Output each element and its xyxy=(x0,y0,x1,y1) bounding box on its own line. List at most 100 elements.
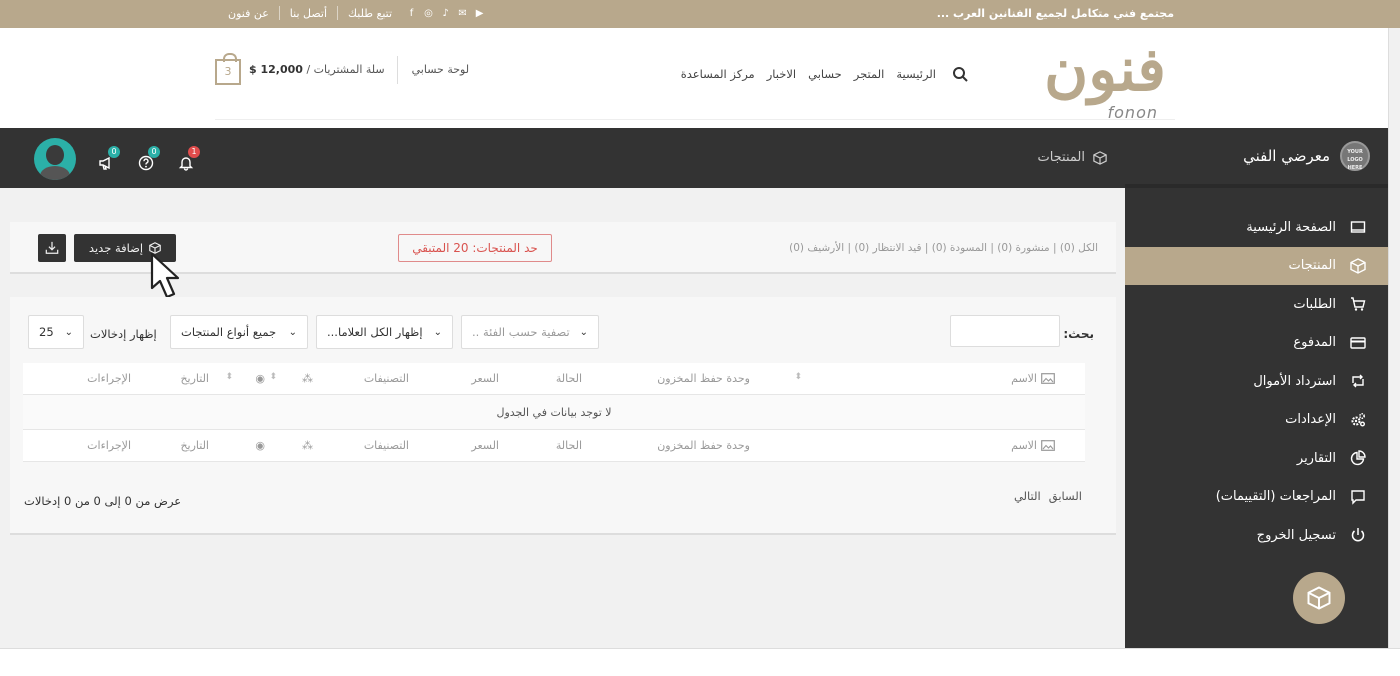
divider xyxy=(396,55,398,84)
table-empty-row: لا توجد بيانات في الجدول xyxy=(23,395,1085,430)
col-price[interactable]: السعر xyxy=(471,372,499,385)
dashboard-link[interactable]: لوحة حسابي xyxy=(412,63,469,76)
box-icon xyxy=(1093,150,1107,165)
col-categories[interactable]: التصنيفات xyxy=(364,372,409,385)
about-link[interactable]: عن فنون xyxy=(218,7,279,20)
site-logo[interactable]: فنون fonon xyxy=(1044,30,1166,122)
email-icon[interactable]: ✉ xyxy=(457,8,468,19)
chevron-down-icon: ⌄ xyxy=(433,326,442,338)
sort-icon[interactable]: ⬍ xyxy=(794,372,802,382)
page-bottom xyxy=(0,648,1400,676)
sidebar-item-home[interactable]: الصفحة الرئيسية xyxy=(1125,208,1388,247)
brand-name: معرضي الفني xyxy=(1243,147,1330,165)
col-price: السعر xyxy=(471,439,499,452)
sidebar-item-settings[interactable]: الإعدادات xyxy=(1125,401,1388,440)
track-order-link[interactable]: تتبع طلبك xyxy=(338,7,402,20)
sidebar-item-label: تسجيل الخروج xyxy=(1256,527,1336,543)
col-date[interactable]: التاريخ xyxy=(180,372,209,385)
youtube-icon[interactable]: ▶ xyxy=(474,8,485,19)
brand-filter-select[interactable]: ⌄ إظهار الكل العلاما... xyxy=(316,315,453,349)
sidebar-item-products[interactable]: المنتجات xyxy=(1125,246,1388,285)
breadcrumb: المنتجات xyxy=(1037,150,1107,165)
sidebar-item-label: المدفوع xyxy=(1293,335,1336,351)
cart-icon xyxy=(1351,297,1366,311)
announcements-button[interactable]: 0 xyxy=(86,146,126,173)
brand-logo: YOUR LOGO HERE xyxy=(1340,141,1370,171)
entries-select[interactable]: ⌄ 25 xyxy=(28,315,84,349)
top-links: عن فنون أتصل بنا تتبع طلبك ▶ ✉ ♪ ◎ f xyxy=(218,6,485,20)
sidebar-item-payments[interactable]: المدفوع xyxy=(1125,324,1388,363)
social-icons: ▶ ✉ ♪ ◎ f xyxy=(406,8,485,19)
brand-filter-value: إظهار الكل العلاما... xyxy=(327,325,423,339)
page-scrollbar[interactable] xyxy=(1388,28,1400,648)
nav-help-center[interactable]: مركز المساعدة xyxy=(681,67,755,81)
sidebar-item-label: الصفحة الرئيسية xyxy=(1246,219,1336,235)
credit-card-icon xyxy=(1350,337,1366,349)
logo-arabic: فنون xyxy=(1044,35,1166,105)
col-status: الحالة xyxy=(555,439,582,452)
download-icon xyxy=(45,241,59,254)
sidebar-item-logout[interactable]: تسجيل الخروج xyxy=(1125,516,1388,555)
sort-icon[interactable]: ⬍ xyxy=(225,372,233,382)
category-filter-select[interactable]: ⌄ تصفية حسب الفئة .. xyxy=(461,315,599,349)
prev-page-link[interactable]: السابق xyxy=(1049,489,1082,503)
cart-label: سلة المشتريات / xyxy=(306,63,385,76)
main-nav: الرئيسية المتجر حسابي الاخبار مركز المسا… xyxy=(681,66,968,82)
cart-icon[interactable]: 3 xyxy=(215,53,241,85)
eye-icon: ◉ xyxy=(255,439,265,452)
sidebar-item-reports[interactable]: التقارير xyxy=(1125,439,1388,478)
gears-icon xyxy=(1351,412,1366,427)
chevron-down-icon: ⌄ xyxy=(64,326,73,338)
facebook-icon[interactable]: f xyxy=(406,8,417,19)
cart-summary[interactable]: سلة المشتريات / 12,000 $ xyxy=(249,63,397,76)
help-button[interactable]: 0 xyxy=(126,146,166,173)
dashboard-icons: 0 0 1 xyxy=(34,138,206,180)
dashboard-header: المنتجات 0 0 1 xyxy=(0,128,1125,188)
pie-chart-icon xyxy=(1350,450,1366,466)
refund-icon xyxy=(1352,374,1364,388)
tiktok-icon[interactable]: ♪ xyxy=(440,8,451,19)
help-badge: 0 xyxy=(148,146,160,158)
breadcrumb-current: المنتجات xyxy=(1037,150,1085,165)
sidebar-item-orders[interactable]: الطلبات xyxy=(1125,285,1388,324)
col-status[interactable]: الحالة xyxy=(556,372,582,385)
search-input[interactable] xyxy=(950,315,1060,347)
comment-icon xyxy=(1351,490,1365,505)
sidebar-item-label: الطلبات xyxy=(1293,296,1336,312)
export-button[interactable] xyxy=(38,234,66,262)
sort-icon[interactable]: ⬍ xyxy=(269,372,277,382)
floating-products-button[interactable] xyxy=(1293,572,1345,624)
sidebar-item-reviews[interactable]: المراجعات (التقييمات) xyxy=(1125,478,1388,517)
site-header: فنون fonon الرئيسية المتجر حسابي الاخبار… xyxy=(0,28,1388,128)
cubes-icon[interactable]: ⁂ xyxy=(302,372,313,385)
product-type-value: جميع أنواع المنتجات xyxy=(181,325,277,339)
status-filter-links[interactable]: الكل (0) | منشورة (0) | المسودة (0) | قي… xyxy=(789,242,1098,254)
product-type-select[interactable]: ⌄ جميع أنواع المنتجات xyxy=(170,315,308,349)
search-icon[interactable] xyxy=(952,66,968,82)
image-icon xyxy=(1041,440,1055,451)
instagram-icon[interactable]: ◎ xyxy=(423,8,434,19)
nav-home[interactable]: الرئيسية xyxy=(896,67,936,81)
entries-label: إظهار إدخالات xyxy=(90,327,157,341)
search-label: بحث: xyxy=(1063,327,1094,341)
eye-icon[interactable]: ◉ xyxy=(255,372,265,385)
nav-account[interactable]: حسابي xyxy=(808,67,842,81)
nav-store[interactable]: المتجر xyxy=(854,67,885,81)
sidebar-brand[interactable]: YOUR LOGO HERE معرضي الفني xyxy=(1125,128,1388,188)
nav-news[interactable]: الاخبار xyxy=(767,67,796,81)
product-limit-badge: حد المنتجات: 20 المتبقي xyxy=(398,234,552,262)
notifications-button[interactable]: 1 xyxy=(166,146,206,173)
sidebar-item-refunds[interactable]: استرداد الأموال xyxy=(1125,362,1388,401)
empty-message: لا توجد بيانات في الجدول xyxy=(496,405,612,419)
col-sku[interactable]: وحدة حفظ المخزون xyxy=(657,372,750,385)
col-name[interactable]: الاسم xyxy=(1011,372,1037,385)
box-icon xyxy=(1307,586,1331,610)
announcements-badge: 0 xyxy=(108,146,120,158)
avatar[interactable] xyxy=(34,138,76,180)
header-divider xyxy=(215,119,1175,120)
contact-link[interactable]: أتصل بنا xyxy=(280,7,337,20)
col-actions[interactable]: الإجراءات xyxy=(87,372,131,385)
chevron-down-icon: ⌄ xyxy=(288,326,297,338)
sidebar-item-label: التقارير xyxy=(1296,450,1336,466)
next-page-link[interactable]: التالي xyxy=(1014,489,1041,503)
